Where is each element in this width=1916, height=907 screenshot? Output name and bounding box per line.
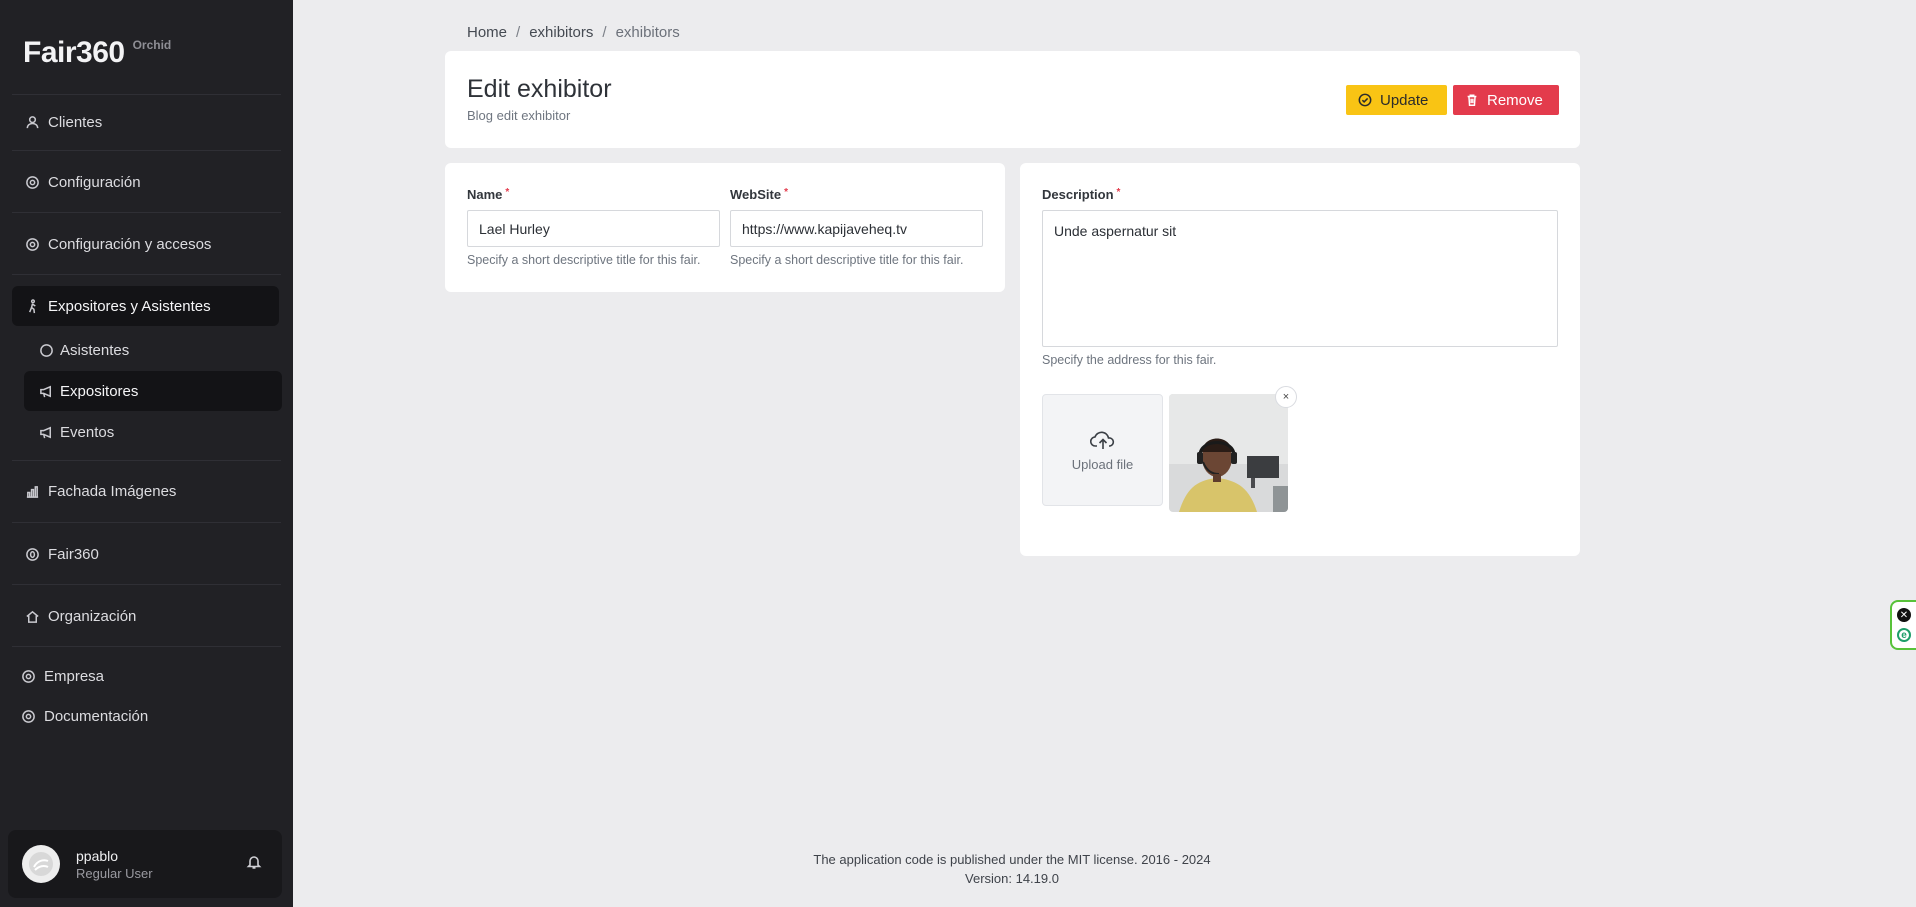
sidebar-item-documentacion[interactable]: Documentación xyxy=(8,696,275,736)
name-help: Specify a short descriptive title for th… xyxy=(467,253,701,267)
name-field[interactable]: Lael Hurley xyxy=(467,210,720,247)
description-help: Specify the address for this fair. xyxy=(1042,353,1217,367)
sidebar-divider xyxy=(12,212,281,213)
cloud-upload-icon xyxy=(1089,431,1114,449)
page-title: Edit exhibitor xyxy=(467,75,612,103)
gear-icon xyxy=(20,668,36,684)
footer-version: Version: 14.19.0 xyxy=(965,871,1059,886)
description-field[interactable]: Unde aspernatur sit xyxy=(1042,210,1558,347)
circle-zero-icon xyxy=(24,546,40,562)
avatar xyxy=(22,845,60,883)
bar-chart-icon xyxy=(24,483,40,499)
breadcrumb-current: exhibitors xyxy=(615,24,680,41)
sidebar-subitem-asistentes[interactable]: Asistentes xyxy=(24,330,282,370)
gear-icon xyxy=(24,236,40,252)
breadcrumb-home[interactable]: Home xyxy=(467,24,507,41)
remove-button[interactable]: Remove xyxy=(1453,85,1559,115)
sidebar-item-label: Configuración y accesos xyxy=(48,235,212,253)
trash-icon xyxy=(1467,94,1477,106)
person-walking-icon xyxy=(24,298,40,314)
sidebar-divider xyxy=(12,460,281,461)
sidebar-subitem-eventos[interactable]: Eventos xyxy=(24,412,282,452)
gear-icon xyxy=(24,174,40,190)
sidebar-item-label: Empresa xyxy=(44,667,105,685)
close-icon[interactable]: ✕ xyxy=(1897,608,1911,622)
sidebar-divider xyxy=(12,584,281,585)
upload-file-label: Upload file xyxy=(1071,456,1134,472)
website-label: WebSite * xyxy=(730,187,788,202)
sidebar-divider xyxy=(12,274,281,275)
sidebar-divider xyxy=(12,646,281,647)
exhibitor-details-card: Name * Lael Hurley Specify a short descri… xyxy=(445,163,1005,292)
sidebar-item-fair360[interactable]: Fair360 xyxy=(12,534,279,574)
sidebar: Fair360 Orchid Clientes Configuración Co… xyxy=(0,0,293,907)
sidebar-item-empresa[interactable]: Empresa xyxy=(8,656,275,696)
brand-logo[interactable]: Fair360 Orchid xyxy=(23,36,171,70)
user-role: Regular User xyxy=(76,865,153,881)
brand-name: Fair360 xyxy=(23,36,125,69)
sidebar-item-label: Organización xyxy=(48,607,137,625)
bell-icon[interactable] xyxy=(246,854,264,872)
website-field[interactable]: https://www.kapijaveheq.tv xyxy=(730,210,983,247)
user-profile[interactable]: ppablo Regular User xyxy=(8,830,282,898)
breadcrumb-separator: / xyxy=(602,24,607,41)
sidebar-item-fachada-imagenes[interactable]: Fachada Imágenes xyxy=(12,471,279,511)
sidebar-item-clientes[interactable]: Clientes xyxy=(12,102,279,142)
check-circle-icon xyxy=(1358,93,1372,107)
sidebar-item-label: Documentación xyxy=(44,707,149,725)
update-button[interactable]: Update xyxy=(1346,85,1447,115)
upload-file-button[interactable]: Upload file xyxy=(1042,394,1163,506)
gear-icon xyxy=(20,708,36,724)
remove-button-label: Remove xyxy=(1487,91,1543,109)
circle-icon xyxy=(38,342,54,358)
sidebar-item-configuracion-accesos[interactable]: Configuración y accesos xyxy=(12,224,279,264)
sidebar-item-label: Fachada Imágenes xyxy=(48,482,177,500)
sidebar-divider xyxy=(12,94,281,95)
sidebar-item-label: Expositores y Asistentes xyxy=(48,297,211,315)
megaphone-icon xyxy=(38,424,54,440)
page-header-card: Edit exhibitor Blog edit exhibitor Updat… xyxy=(445,51,1580,148)
photo-image xyxy=(1169,394,1288,512)
sidebar-subitem-label: Asistentes xyxy=(60,341,130,359)
breadcrumb-separator: / xyxy=(516,24,521,41)
megaphone-icon xyxy=(38,383,54,399)
sidebar-divider xyxy=(12,522,281,523)
remove-image-button[interactable]: × xyxy=(1275,386,1297,408)
brand-edition: Orchid xyxy=(132,38,172,52)
breadcrumb-exhibitors[interactable]: exhibitors xyxy=(529,24,593,41)
uploaded-image-thumbnail[interactable] xyxy=(1169,394,1288,512)
user-icon xyxy=(24,114,40,130)
exhibitor-description-card: Description * Unde aspernatur sit Specify… xyxy=(1020,163,1580,556)
name-label: Name * xyxy=(467,187,510,202)
update-button-label: Update xyxy=(1380,91,1429,109)
sidebar-subitem-label: Expositores xyxy=(60,382,139,400)
description-label: Description * xyxy=(1042,187,1121,202)
extension-icon[interactable]: e xyxy=(1897,628,1911,642)
sidebar-subitem-expositores[interactable]: Expositores xyxy=(24,371,282,411)
floating-side-widget[interactable]: ✕ e xyxy=(1890,600,1916,650)
sidebar-item-expositores-asistentes[interactable]: Expositores y Asistentes xyxy=(12,286,279,326)
house-icon xyxy=(24,608,40,624)
sidebar-item-configuracion[interactable]: Configuración xyxy=(12,162,279,202)
sidebar-divider xyxy=(12,150,281,151)
website-help: Specify a short descriptive title for th… xyxy=(730,253,964,267)
sidebar-item-label: Configuración xyxy=(48,173,141,191)
footer-license: The application code is published under … xyxy=(813,852,1211,867)
sidebar-item-organizacion[interactable]: Organización xyxy=(12,596,279,636)
sidebar-item-label: Clientes xyxy=(48,113,103,131)
sidebar-item-label: Fair360 xyxy=(48,545,99,563)
user-name: ppablo xyxy=(76,847,119,864)
breadcrumb: Home / exhibitors / exhibitors xyxy=(467,24,680,41)
sidebar-subitem-label: Eventos xyxy=(60,423,115,441)
page-subtitle: Blog edit exhibitor xyxy=(467,108,571,123)
